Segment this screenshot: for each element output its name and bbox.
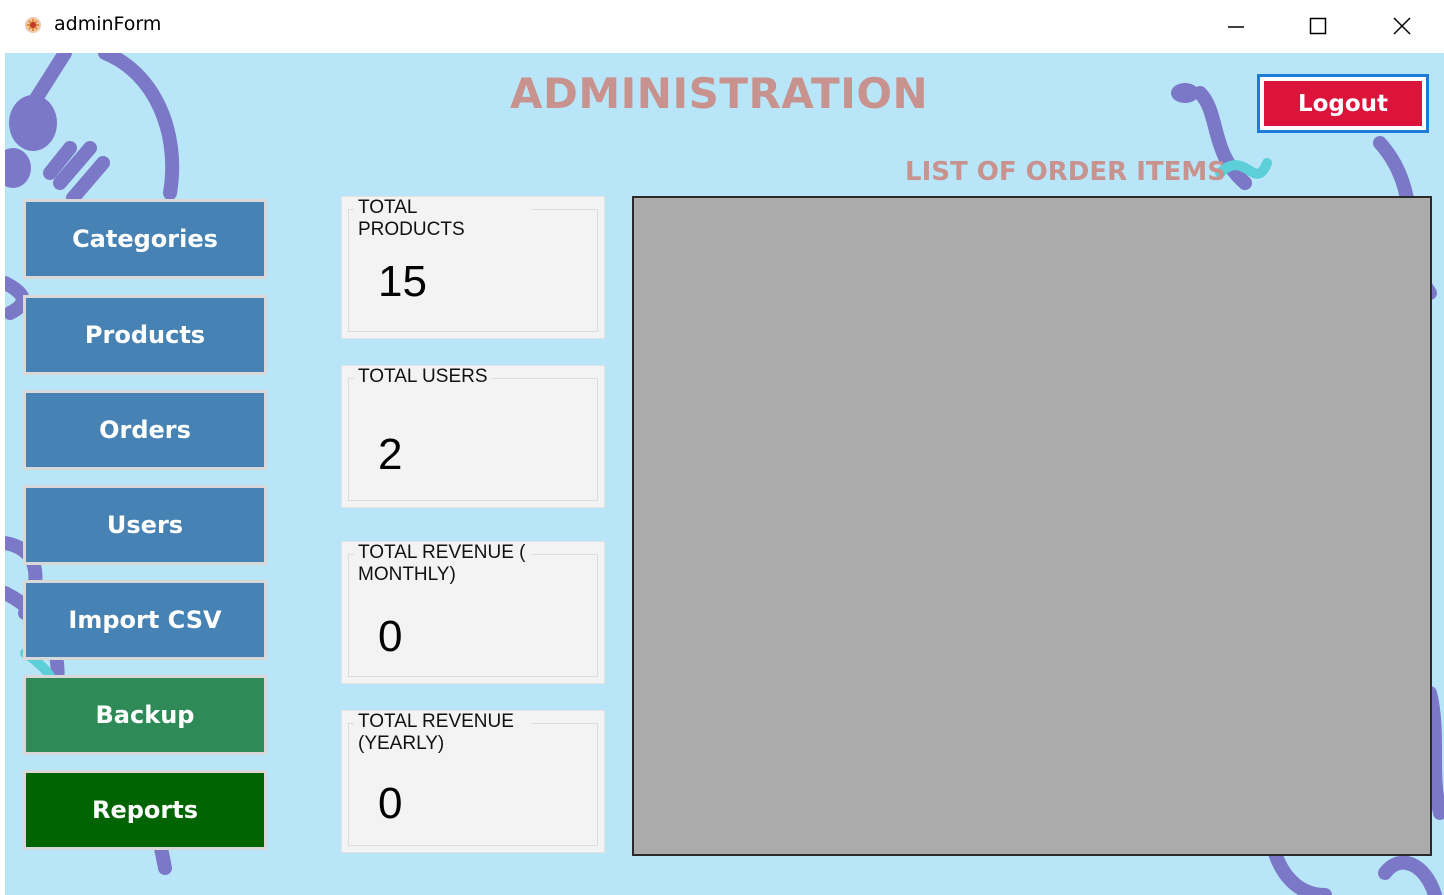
order-items-title: LIST OF ORDER ITEMS	[905, 157, 1226, 187]
minimize-icon	[1228, 26, 1244, 28]
total-revenue-monthly-label: TOTAL REVENUE ( MONTHLY)	[354, 542, 532, 586]
order-items-grid[interactable]	[632, 196, 1432, 856]
total-revenue-monthly-box: TOTAL REVENUE ( MONTHLY) 0	[341, 541, 605, 684]
maximize-icon	[1309, 17, 1327, 35]
backup-button[interactable]: Backup	[23, 675, 267, 755]
orders-button-label: Orders	[26, 393, 264, 467]
total-users-value: 2	[378, 430, 403, 479]
products-button-label: Products	[26, 298, 264, 372]
categories-button-label: Categories	[26, 202, 264, 276]
maximize-button[interactable]	[1278, 0, 1358, 52]
backup-button-label: Backup	[26, 678, 264, 752]
categories-button[interactable]: Categories	[23, 199, 267, 279]
page-title: ADMINISTRATION	[510, 69, 929, 118]
logout-button[interactable]: Logout	[1257, 74, 1429, 133]
logout-button-label: Logout	[1264, 81, 1422, 126]
total-products-box: TOTAL PRODUCTS 15	[341, 196, 605, 339]
orders-button[interactable]: Orders	[23, 390, 267, 470]
close-button[interactable]	[1362, 0, 1442, 52]
app-icon	[25, 17, 41, 33]
total-revenue-monthly-value: 0	[378, 612, 403, 661]
reports-button[interactable]: Reports	[23, 770, 267, 850]
products-button[interactable]: Products	[23, 295, 267, 375]
total-revenue-yearly-box: TOTAL REVENUE (YEARLY) 0	[341, 710, 605, 853]
users-button[interactable]: Users	[23, 485, 267, 565]
total-revenue-yearly-label: TOTAL REVENUE (YEARLY)	[354, 711, 532, 755]
users-button-label: Users	[26, 488, 264, 562]
total-users-label: TOTAL USERS	[354, 366, 492, 388]
total-products-value: 15	[378, 257, 427, 306]
close-icon	[1393, 17, 1411, 35]
import-csv-button[interactable]: Import CSV	[23, 580, 267, 660]
total-users-box: TOTAL USERS 2	[341, 365, 605, 508]
admin-form-body: ADMINISTRATION Logout LIST OF ORDER ITEM…	[5, 53, 1444, 895]
reports-button-label: Reports	[26, 773, 264, 847]
minimize-button[interactable]	[1196, 0, 1276, 52]
import-csv-button-label: Import CSV	[26, 583, 264, 657]
total-products-label: TOTAL PRODUCTS	[354, 197, 532, 241]
window-title: adminForm	[54, 13, 162, 35]
window-titlebar: adminForm	[0, 0, 1444, 52]
total-revenue-yearly-value: 0	[378, 779, 403, 828]
